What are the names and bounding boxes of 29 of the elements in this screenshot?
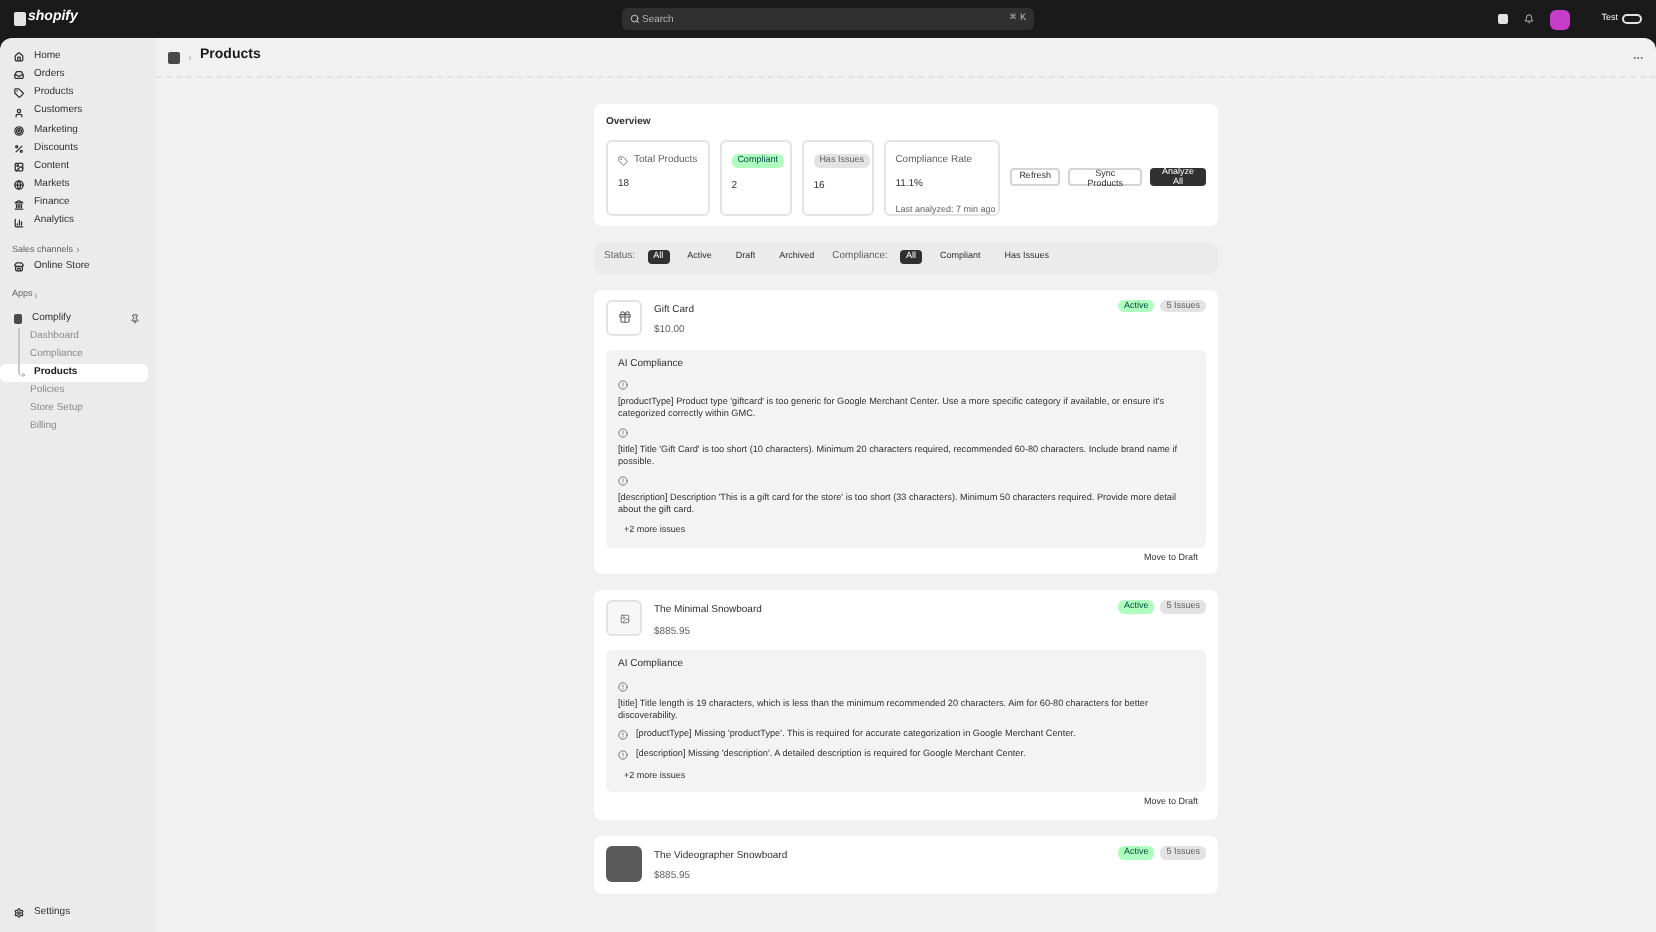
- pin-icon[interactable]: [130, 314, 140, 325]
- plan-pill-icon: [1622, 14, 1642, 24]
- alert-icon: [618, 380, 628, 390]
- bank-icon: [14, 199, 24, 209]
- target-icon: [14, 125, 24, 136]
- alert-icon: [618, 729, 628, 740]
- percent-icon: [14, 143, 24, 154]
- tag-icon: [14, 88, 24, 99]
- search-icon: [630, 14, 640, 24]
- bar-chart-icon: [14, 217, 24, 228]
- branch-icon: [18, 369, 26, 378]
- gift-icon: [617, 310, 631, 324]
- globe-icon: [14, 180, 24, 191]
- settings-icon: [14, 908, 24, 918]
- app-icon: [168, 51, 180, 63]
- image-icon: [619, 613, 629, 624]
- app-icon: [14, 314, 22, 325]
- alert-icon: [618, 476, 628, 486]
- home-icon: [14, 52, 24, 62]
- alert-icon: [618, 681, 628, 692]
- inbox-icon: [14, 70, 24, 81]
- avatar[interactable]: [1549, 9, 1570, 29]
- tag-icon: [618, 155, 628, 166]
- image-icon: [14, 162, 24, 173]
- photo-placeholder: [606, 845, 642, 882]
- alert-icon: [618, 428, 628, 438]
- alert-icon: [618, 749, 628, 760]
- notification-icon[interactable]: [1523, 14, 1534, 24]
- person-icon: [14, 107, 24, 118]
